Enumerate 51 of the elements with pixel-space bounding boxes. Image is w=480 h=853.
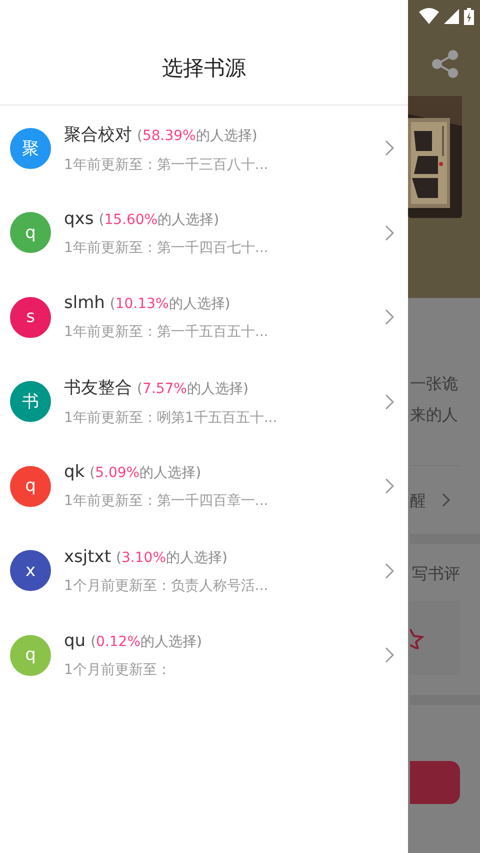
update-text: 1年前更新至：第一千四百章一... (64, 492, 270, 510)
source-avatar: x (10, 550, 51, 592)
source-avatar: q (10, 634, 51, 676)
source-name: 聚合校对 (64, 124, 132, 146)
source-avatar: s (10, 296, 51, 338)
source-item[interactable]: x xsjtxt (3.10%的人选择) 1个月前更新至：负责人称号活... (0, 528, 408, 613)
chevron-right-icon (385, 309, 394, 326)
chevron-right-icon (385, 224, 394, 241)
chevron-right-icon (385, 140, 394, 156)
drawer-title: 选择书源 (162, 55, 246, 82)
share-text: (0.12%的人选择) (90, 633, 202, 652)
source-name: 书友整合 (64, 377, 132, 400)
source-name: qk (64, 462, 85, 482)
source-avatar: 书 (10, 381, 51, 422)
action-button[interactable] (410, 761, 460, 804)
source-name: qu (64, 631, 86, 652)
share-text: (3.10%的人选择) (116, 548, 228, 567)
source-name: slmh (64, 293, 105, 314)
wifi-icon (419, 8, 439, 24)
source-item[interactable]: q qu (0.12%的人选择) 1个月前更新至： (0, 613, 408, 698)
update-text: 1年前更新至：咧第1千五百五十... (64, 409, 278, 428)
update-text: 1年前更新至：第一千五百五十... (64, 323, 270, 342)
source-item[interactable]: s slmh (10.13%的人选择) 1年前更新至：第一千五百五十... (0, 275, 408, 360)
update-text: 1个月前更新至： (64, 661, 172, 680)
source-item[interactable]: 聚 聚合校对 (58.39%的人选择) 1年前更新至：第一千三百八十... (0, 106, 408, 190)
share-text: (58.39%的人选择) (137, 126, 258, 145)
update-text: 1年前更新至：第一千三百八十... (64, 156, 270, 174)
source-avatar: q (10, 212, 51, 254)
chevron-right-icon (442, 493, 450, 507)
source-item[interactable]: 书 书友整合 (7.57%的人选择) 1年前更新至：咧第1千五百五十... (0, 360, 408, 444)
chevron-right-icon (385, 647, 394, 664)
update-text: 1年前更新至：第一千四百七十... (64, 238, 270, 257)
chevron-right-icon (385, 478, 394, 494)
share-icon[interactable] (432, 50, 458, 78)
source-avatar: 聚 (10, 128, 51, 169)
update-text: 1个月前更新至：负责人称号活... (64, 576, 270, 595)
intro-text: 一张诡 (410, 373, 459, 395)
battery-icon (464, 8, 474, 24)
share-text: (5.09%的人选择) (90, 464, 202, 482)
share-text: (15.60%的人选择) (98, 210, 220, 229)
signal-icon (444, 8, 459, 24)
share-text: (10.13%的人选择) (110, 295, 230, 314)
share-text: (7.57%的人选择) (137, 380, 248, 398)
source-item[interactable]: q qxs (15.60%的人选择) 1年前更新至：第一千四百七十... (0, 190, 408, 275)
source-name: qxs (64, 208, 94, 229)
source-item[interactable]: q qk (5.09%的人选择) 1年前更新至：第一千四百章一... (0, 444, 408, 528)
source-name: xsjtxt (64, 546, 112, 567)
intro-text: 来的人 (410, 404, 459, 426)
chevron-right-icon (385, 562, 394, 579)
source-avatar: q (10, 466, 51, 507)
chevron-right-icon (385, 394, 394, 410)
